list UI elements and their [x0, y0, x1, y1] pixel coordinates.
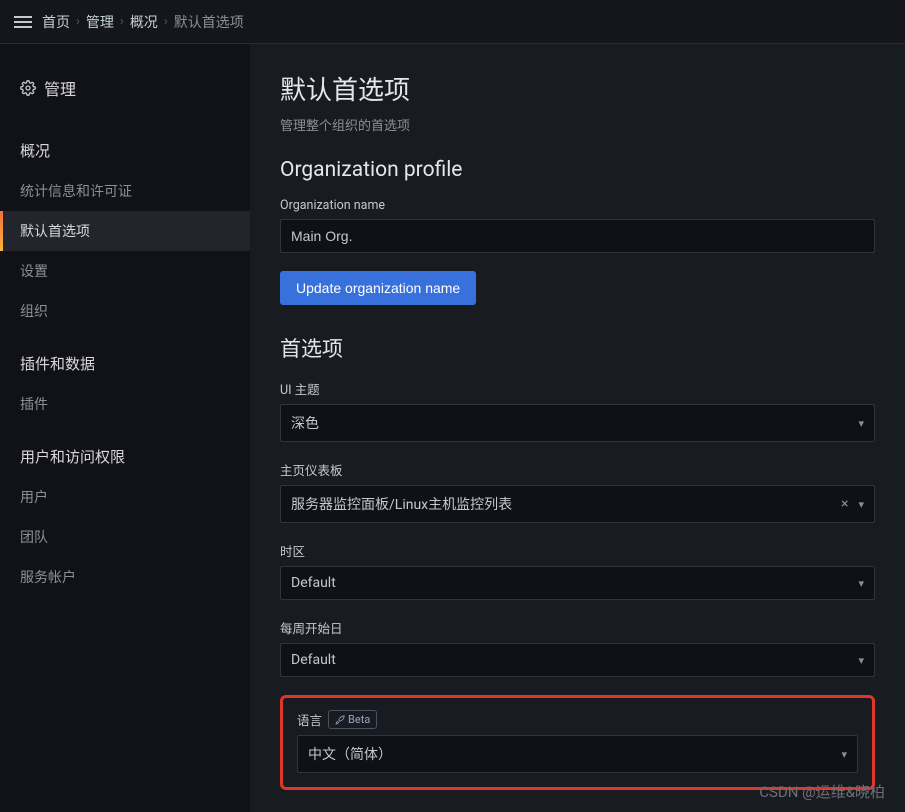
sidebar-item-orgs[interactable]: 组织 [0, 291, 250, 331]
home-dashboard-label: 主页仪表板 [280, 460, 875, 479]
sidebar-item-plugins[interactable]: 插件 [0, 384, 250, 424]
update-org-name-button[interactable]: Update organization name [280, 271, 476, 305]
sidebar-item-stats[interactable]: 统计信息和许可证 [0, 171, 250, 211]
watermark: CSDN @运维&晓柏 [759, 781, 885, 802]
nav-group-overview[interactable]: 概况 [0, 132, 250, 171]
theme-label: UI 主题 [280, 379, 875, 398]
clear-icon[interactable]: × [841, 496, 848, 512]
gear-icon [20, 80, 36, 96]
chevron-down-icon: ▾ [841, 748, 847, 761]
chevron-right-icon: › [76, 14, 80, 29]
chevron-down-icon: ▾ [858, 498, 864, 511]
org-name-label: Organization name [280, 198, 875, 213]
prefs-heading: 首选项 [280, 333, 875, 363]
page-title: 默认首选项 [280, 70, 875, 107]
breadcrumb-admin[interactable]: 管理 [86, 12, 114, 32]
breadcrumb-overview[interactable]: 概况 [130, 12, 158, 32]
sidebar-item-service-accounts[interactable]: 服务帐户 [0, 557, 250, 597]
language-highlight: 语言 Beta 中文（简体） ▾ [280, 695, 875, 790]
sidebar-item-teams[interactable]: 团队 [0, 517, 250, 557]
week-start-select[interactable]: Default ▾ [280, 643, 875, 677]
chevron-down-icon: ▾ [858, 417, 864, 430]
breadcrumb-current: 默认首选项 [174, 12, 244, 32]
chevron-right-icon: › [120, 14, 124, 29]
page-subtitle: 管理整个组织的首选项 [280, 115, 875, 134]
language-label: 语言 [297, 710, 322, 729]
main-content: 默认首选项 管理整个组织的首选项 Organization profile Or… [250, 44, 905, 812]
language-value: 中文（简体） [308, 744, 392, 764]
nav-group-plugins[interactable]: 插件和数据 [0, 345, 250, 384]
beta-badge: Beta [328, 710, 377, 729]
theme-select[interactable]: 深色 ▾ [280, 404, 875, 442]
sidebar-item-users[interactable]: 用户 [0, 477, 250, 517]
sidebar-title: 管理 [44, 76, 76, 100]
org-name-field[interactable] [291, 228, 864, 244]
menu-toggle[interactable] [14, 16, 32, 28]
org-profile-heading: Organization profile [280, 158, 875, 182]
language-select[interactable]: 中文（简体） ▾ [297, 735, 858, 773]
chevron-down-icon: ▾ [858, 654, 864, 667]
week-start-label: 每周开始日 [280, 618, 875, 637]
theme-value: 深色 [291, 413, 319, 433]
nav-group-users[interactable]: 用户和访问权限 [0, 438, 250, 477]
home-dashboard-value: 服务器监控面板/Linux主机监控列表 [291, 494, 512, 514]
week-start-value: Default [291, 652, 336, 668]
sidebar-item-settings[interactable]: 设置 [0, 251, 250, 291]
rocket-icon [335, 715, 345, 725]
breadcrumb: 首页 › 管理 › 概况 › 默认首选项 [42, 12, 244, 32]
timezone-value: Default [291, 575, 336, 591]
breadcrumb-home[interactable]: 首页 [42, 12, 70, 32]
chevron-right-icon: › [164, 14, 168, 29]
sidebar-header: 管理 [0, 68, 250, 118]
sidebar-item-default-prefs[interactable]: 默认首选项 [0, 211, 250, 251]
timezone-label: 时区 [280, 541, 875, 560]
home-dashboard-select[interactable]: 服务器监控面板/Linux主机监控列表 × ▾ [280, 485, 875, 523]
sidebar: 管理 概况 统计信息和许可证 默认首选项 设置 组织 插件和数据 插件 用户和访… [0, 44, 250, 812]
org-name-input[interactable] [280, 219, 875, 253]
timezone-select[interactable]: Default ▾ [280, 566, 875, 600]
chevron-down-icon: ▾ [858, 577, 864, 590]
